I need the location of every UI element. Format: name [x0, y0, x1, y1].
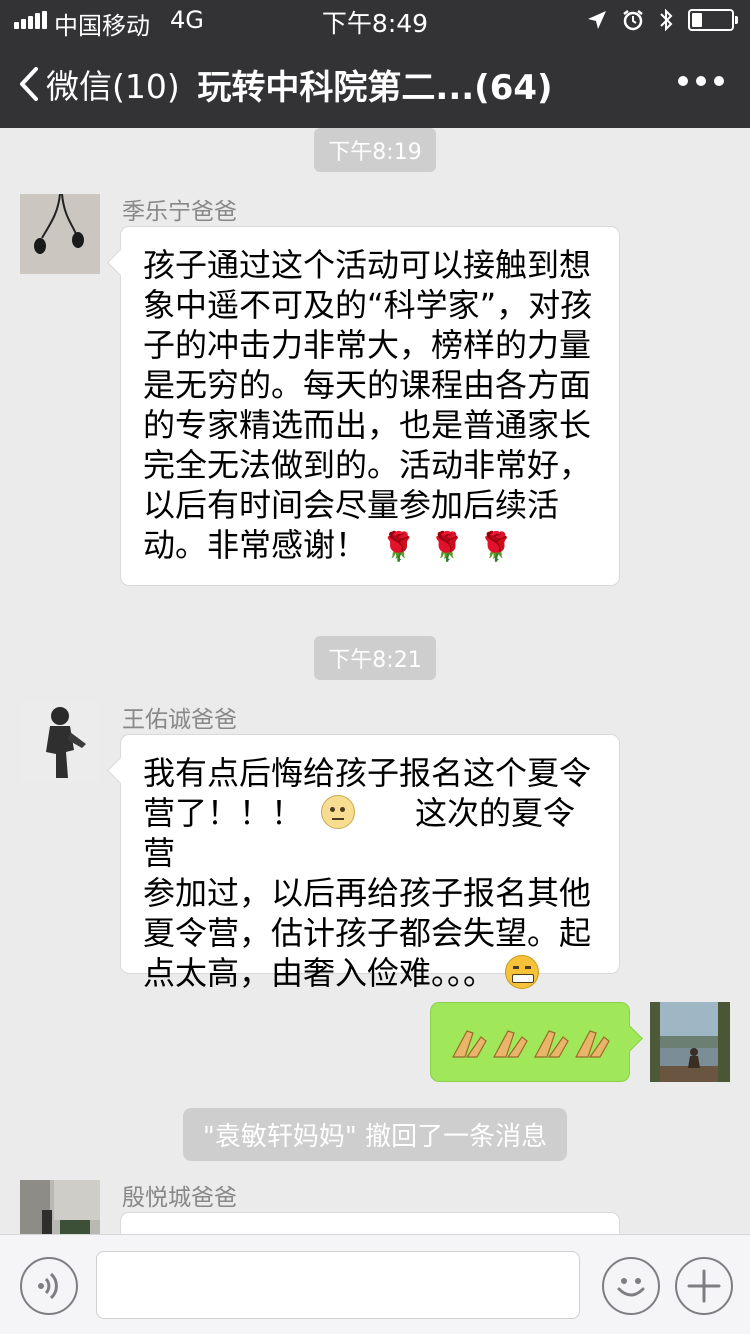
status-bar: 中国移动 4G 下午8:49 [0, 0, 750, 40]
lake-image [650, 1002, 730, 1082]
grin-emoji-icon [505, 955, 540, 989]
plus-icon [687, 1269, 721, 1303]
building-image [20, 1180, 100, 1234]
message-line: 完全无法做到的。活动非常好， [143, 446, 592, 484]
message-line: 夏令营，估计孩子都会失望。起 [143, 914, 592, 952]
message-line: 子的冲击力非常大，榜样的力量 [143, 326, 592, 364]
rose-icon: 🌹 [381, 530, 416, 563]
self-avatar[interactable] [650, 1002, 730, 1082]
message-line: 参加过，以后再给孩子报名其他 [143, 874, 592, 912]
status-icons [586, 8, 738, 32]
alarm-icon [623, 10, 643, 31]
earphones-image [20, 194, 100, 274]
sender-name: 殷悦城爸爸 [122, 1185, 237, 1211]
sender-name: 王佑诚爸爸 [122, 707, 237, 733]
wechat-chat-screen: 中国移动 4G 下午8:49 微信(10) 玩转中科院第二...(64) 下午8… [0, 0, 750, 1334]
worried-emoji-icon [321, 795, 356, 829]
avatar[interactable] [20, 1180, 100, 1234]
message-line: 是无穷的。每天的课程由各方面 [143, 366, 592, 404]
location-icon [588, 11, 606, 29]
timestamp: 下午8:21 [0, 636, 750, 680]
recall-notice: "袁敏轩妈妈" 撤回了一条消息 [0, 1108, 750, 1161]
battery-icon [688, 9, 738, 31]
figure-image [20, 702, 100, 782]
more-button[interactable] [678, 76, 724, 86]
bluetooth-icon [660, 8, 673, 32]
self-message-bubble[interactable] [430, 1002, 630, 1082]
rose-icon: 🌹 [478, 530, 514, 563]
chat-area[interactable]: 下午8:19 季乐宁爸爸 孩子通过这个活动可以接触到想 象中遥不可及的“科学家”… [0, 128, 750, 1234]
message-line: 我有点后悔给孩子报名这个夏令 [143, 754, 592, 792]
avatar[interactable] [20, 702, 100, 782]
avatar[interactable] [20, 194, 100, 274]
message-bubble[interactable] [120, 1212, 620, 1234]
top-bar: 中国移动 4G 下午8:49 微信(10) 玩转中科院第二...(64) [0, 0, 750, 128]
message-line: 动。非常感谢！ 🌹 🌹 🌹 [143, 525, 597, 567]
message-line: 以后有时间会尽量参加后续活 [143, 486, 560, 524]
message-line: 点太高，由奢入俭难。。。 [143, 953, 597, 993]
message-input[interactable] [96, 1251, 580, 1319]
message-line: 营了！！！ 这次的夏令营 [143, 794, 576, 872]
more-actions-button[interactable] [675, 1257, 733, 1315]
dot [696, 76, 706, 86]
smiley-icon [617, 1278, 645, 1297]
timestamp: 下午8:19 [0, 128, 750, 172]
chat-title: 玩转中科院第二...(64) [197, 68, 553, 108]
dot [714, 76, 724, 86]
hands-emoji-row [451, 1030, 610, 1058]
emoji-button[interactable] [602, 1257, 660, 1315]
message-line: 的专家精选而出，也是普通家长 [143, 406, 592, 444]
dot [678, 76, 688, 86]
message-bubble[interactable]: 孩子通过这个活动可以接触到想 象中遥不可及的“科学家”，对孩 子的冲击力非常大，… [120, 226, 620, 586]
nav-bar: 微信(10) 玩转中科院第二...(64) [0, 40, 750, 128]
input-bar [0, 1234, 750, 1334]
sender-name: 季乐宁爸爸 [122, 199, 237, 225]
message-bubble[interactable]: 我有点后悔给孩子报名这个夏令 营了！！！ 这次的夏令营 参加过，以后再给孩子报名其… [120, 734, 620, 992]
message-line: 象中遥不可及的“科学家”，对孩 [143, 286, 593, 324]
rose-icon: 🌹 [429, 530, 465, 563]
message-line: 孩子通过这个活动可以接触到想 [143, 246, 592, 284]
voice-icon [38, 1272, 58, 1300]
voice-button[interactable] [20, 1257, 78, 1315]
